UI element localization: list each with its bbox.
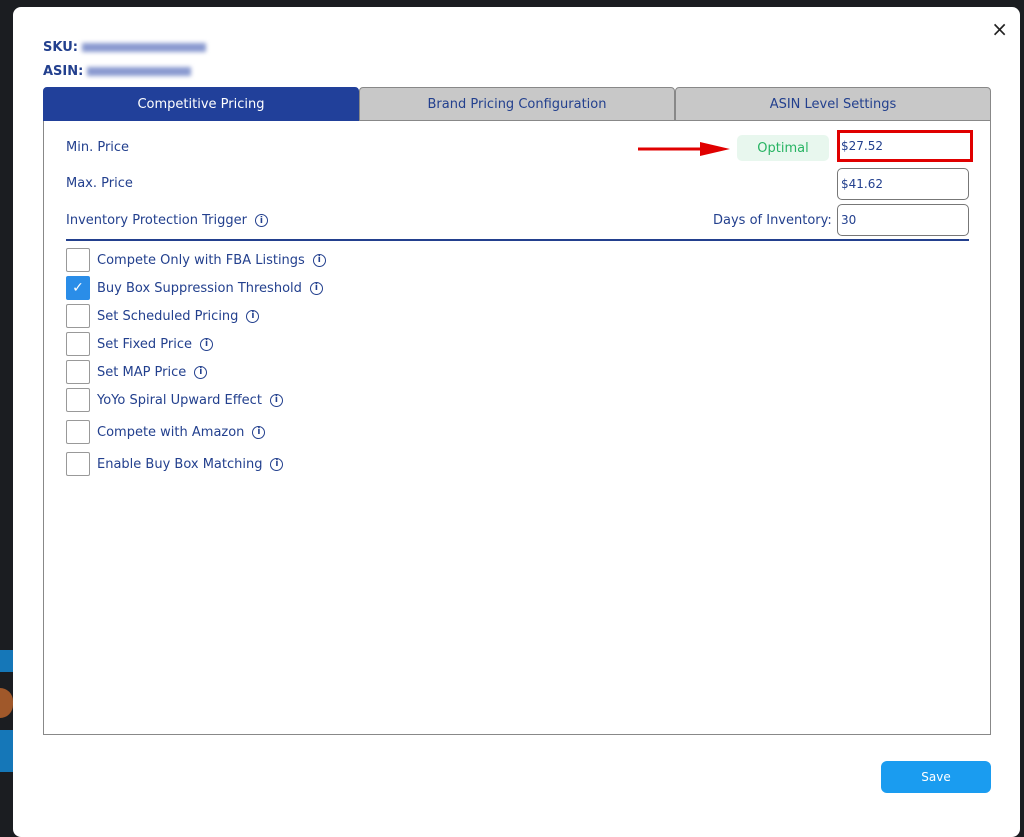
option-row[interactable]: Set Scheduled Pricing i [66, 304, 260, 328]
days-of-inventory-input[interactable]: 30 [837, 204, 969, 236]
inventory-trigger-label: Inventory Protection Trigger [66, 213, 247, 228]
tab-bar: Competitive Pricing Brand Pricing Config… [43, 87, 991, 121]
background-badge [0, 688, 13, 718]
option-label: Set MAP Price [97, 364, 187, 380]
info-icon[interactable]: i [309, 281, 323, 295]
asin-label: ASIN: [43, 64, 84, 79]
info-icon[interactable]: i [270, 457, 284, 471]
divider [66, 239, 969, 241]
option-label: YoYo Spiral Upward Effect [97, 392, 262, 408]
info-icon[interactable]: i [252, 425, 266, 439]
info-icon[interactable]: i [269, 393, 283, 407]
checkbox[interactable] [66, 388, 90, 412]
option-row[interactable]: Set MAP Price i [66, 360, 208, 384]
checkbox[interactable] [66, 248, 90, 272]
option-row[interactable]: Compete Only with FBA Listings i [66, 248, 326, 272]
status-badge: Optimal [737, 135, 829, 161]
checkbox[interactable] [66, 420, 90, 444]
background-bar [0, 650, 13, 672]
min-price-label: Min. Price [66, 140, 130, 155]
option-label: Enable Buy Box Matching [97, 456, 263, 472]
option-row[interactable]: Set Fixed Price i [66, 332, 214, 356]
max-price-input[interactable]: $41.62 [837, 168, 969, 200]
info-icon[interactable]: i [194, 365, 208, 379]
days-of-inventory-label: Days of Inventory: [713, 213, 832, 228]
arrow-annotation-icon [638, 142, 730, 156]
asin-line: ASIN: [43, 64, 192, 79]
inventory-trigger: Inventory Protection Trigger i [66, 213, 268, 228]
option-row[interactable]: Enable Buy Box Matching i [66, 452, 284, 476]
tab-brand-pricing-configuration[interactable]: Brand Pricing Configuration [359, 87, 675, 121]
checkbox[interactable] [66, 360, 90, 384]
sku-line: SKU: [43, 40, 206, 55]
checkbox[interactable] [66, 332, 90, 356]
tab-asin-level-settings[interactable]: ASIN Level Settings [675, 87, 991, 121]
option-label: Compete with Amazon [97, 424, 245, 440]
min-price-input[interactable]: $27.52 [837, 130, 973, 162]
asin-value-redacted [87, 67, 192, 76]
checkbox[interactable] [66, 304, 90, 328]
option-label: Set Fixed Price [97, 336, 193, 352]
option-row[interactable]: Compete with Amazon i [66, 420, 266, 444]
info-icon[interactable]: i [312, 253, 326, 267]
checkbox[interactable]: ✓ [66, 276, 90, 300]
competitive-pricing-panel: Min. Price Optimal $27.52 Max. Price $41… [43, 121, 991, 735]
info-icon[interactable]: i [246, 309, 260, 323]
tab-competitive-pricing[interactable]: Competitive Pricing [43, 87, 359, 121]
pricing-modal: × SKU: ASIN: Competitive Pricing Brand P… [13, 7, 1020, 837]
option-row[interactable]: YoYo Spiral Upward Effect i [66, 388, 283, 412]
background-bar [0, 730, 13, 772]
option-label: Compete Only with FBA Listings [97, 252, 305, 268]
option-label: Buy Box Suppression Threshold [97, 280, 302, 296]
save-button[interactable]: Save [881, 761, 991, 793]
checkbox[interactable] [66, 452, 90, 476]
option-label: Set Scheduled Pricing [97, 308, 239, 324]
option-row[interactable]: ✓ Buy Box Suppression Threshold i [66, 276, 323, 300]
sku-value-redacted [81, 43, 206, 52]
sku-label: SKU: [43, 40, 78, 55]
close-icon[interactable]: × [991, 17, 1008, 41]
info-icon[interactable]: i [254, 214, 268, 227]
max-price-label: Max. Price [66, 176, 133, 191]
info-icon[interactable]: i [200, 337, 214, 351]
